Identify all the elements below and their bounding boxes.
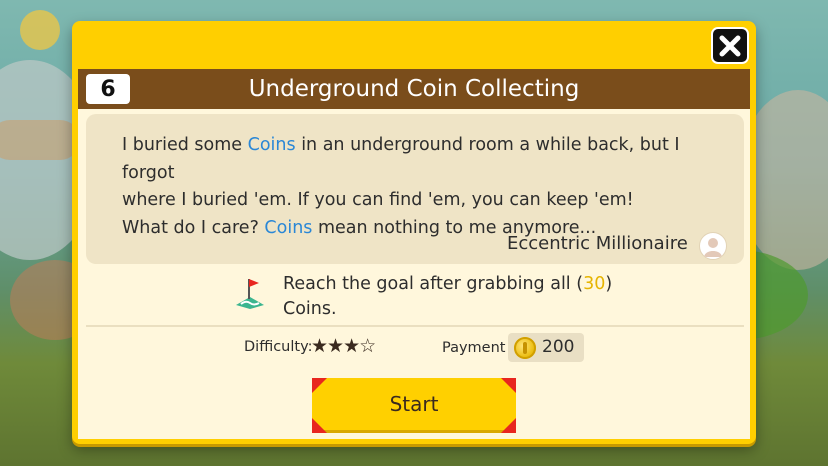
start-button-corner bbox=[312, 378, 327, 393]
start-button-corner bbox=[501, 378, 516, 393]
message-text-part: I buried some bbox=[122, 135, 248, 155]
close-icon bbox=[719, 35, 741, 56]
avatar bbox=[699, 232, 727, 260]
goal-text-part: Reach the goal after grabbing all ( bbox=[283, 274, 584, 294]
start-button-label: Start bbox=[389, 392, 439, 416]
start-button-corner bbox=[501, 418, 516, 433]
message-text: I buried some Coins in an underground ro… bbox=[122, 132, 722, 242]
coin-icon-detail bbox=[523, 342, 527, 354]
goal-text: Reach the goal after grabbing all (30) C… bbox=[283, 272, 623, 322]
payment-amount: 200 bbox=[542, 337, 575, 357]
close-button[interactable] bbox=[711, 27, 749, 64]
course-number-badge: 6 bbox=[86, 74, 130, 104]
difficulty-stars: ★★★☆ bbox=[311, 335, 376, 357]
message-author: Eccentric Millionaire bbox=[507, 233, 688, 254]
coins-highlight: Coins bbox=[247, 135, 296, 155]
person-icon bbox=[704, 238, 722, 257]
divider bbox=[86, 325, 744, 327]
goal-text-part: ) bbox=[605, 274, 613, 294]
background-scenery bbox=[20, 10, 60, 50]
difficulty-label: Difficulty: bbox=[244, 339, 313, 355]
message-text-part: where I buried 'em. If you can find 'em,… bbox=[122, 190, 634, 210]
payment-label: Payment bbox=[442, 340, 506, 356]
goal-text-part: Coins. bbox=[283, 299, 337, 319]
start-button-corner bbox=[312, 418, 327, 433]
course-title: Underground Coin Collecting bbox=[78, 69, 750, 109]
start-button[interactable]: Start bbox=[312, 378, 516, 433]
message-text-part: What do I care? bbox=[122, 217, 265, 238]
goal-coin-count: 30 bbox=[583, 274, 606, 294]
background-scenery bbox=[0, 120, 80, 160]
goal-flag-icon bbox=[236, 279, 264, 309]
coins-highlight: Coins bbox=[264, 217, 313, 238]
